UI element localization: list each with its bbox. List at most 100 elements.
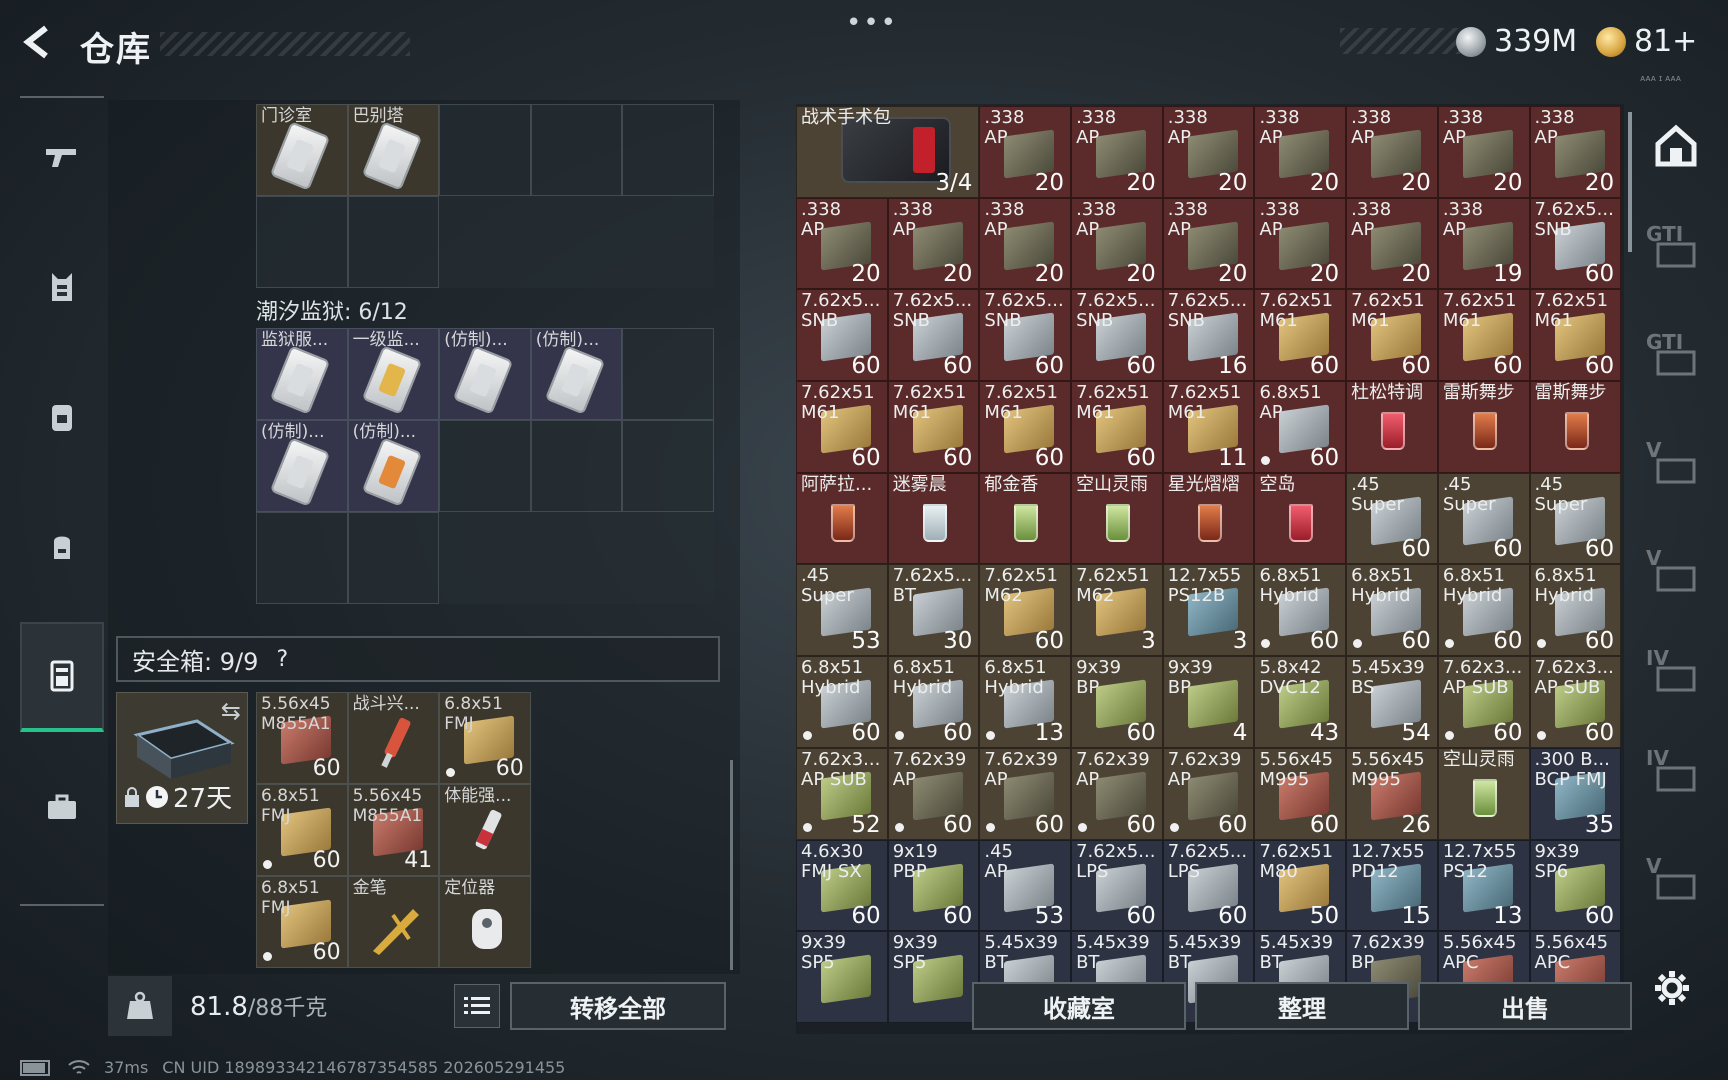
inventory-slot[interactable]: 4.6x30 FMJ SX 60	[796, 839, 888, 932]
inventory-slot[interactable]: 5.8x42 DVC12 43	[1254, 656, 1347, 748]
inventory-slot[interactable]: 战术手术包 3/4	[796, 106, 980, 198]
inventory-slot[interactable]: 5.56x45 M995 26	[1346, 747, 1438, 840]
empty-slot[interactable]	[622, 328, 714, 420]
inventory-slot[interactable]: 空山灵雨	[1437, 747, 1530, 840]
keycard-slot[interactable]: (仿制)...	[439, 328, 531, 420]
inventory-slot[interactable]: 7.62x5... SNB 16	[1162, 289, 1255, 382]
inventory-slot[interactable]: 6.8x51 Hybrid 60	[887, 656, 980, 748]
keycard-slot[interactable]: (仿制)...	[347, 420, 440, 512]
tab-iv-1[interactable]: IV	[1640, 636, 1712, 716]
inventory-slot[interactable]: 7.62x3... AP SUB 60	[1529, 656, 1622, 748]
sidebar-item-container[interactable]	[20, 622, 104, 732]
empty-slot[interactable]	[256, 196, 348, 288]
inventory-slot[interactable]: 雷斯舞步	[1437, 381, 1530, 473]
inventory-slot[interactable]: 12.7x55 PS12B 3	[1162, 564, 1255, 657]
inventory-slot[interactable]: .338 AP 20	[1529, 106, 1622, 198]
inventory-slot[interactable]: .338 AP 20	[1346, 197, 1438, 290]
safe-box-slot[interactable]: 5.56x45 M855A1 41	[347, 784, 440, 876]
inventory-slot[interactable]: .338 AP 20	[887, 197, 980, 290]
inventory-slot[interactable]: 6.8x51 Hybrid 60	[1346, 564, 1438, 657]
vault-button[interactable]: 收藏室	[972, 982, 1186, 1030]
keycard-slot[interactable]: (仿制)...	[256, 420, 348, 512]
inventory-slot[interactable]: 7.62x51 M61 60	[887, 381, 980, 473]
tab-v-2[interactable]: V	[1640, 536, 1712, 616]
inventory-slot[interactable]: 9x39 SP6 60	[1529, 839, 1622, 932]
settings-button[interactable]	[1650, 966, 1694, 1010]
keycard-slot[interactable]: 巴别塔	[347, 104, 440, 196]
empty-slot[interactable]	[256, 512, 348, 604]
keycard-slot[interactable]: 门诊室	[256, 104, 348, 196]
inventory-slot[interactable]: 7.62x5... LPS 60	[1071, 839, 1163, 932]
inventory-slot[interactable]: 6.8x51 Hybrid 60	[796, 656, 888, 748]
tab-warehouse[interactable]	[1640, 106, 1712, 186]
tab-gti-1[interactable]: GTI	[1640, 212, 1712, 292]
inventory-slot[interactable]: .45 AP 53	[979, 839, 1072, 932]
inventory-slot[interactable]: 7.62x51 M61 60	[1346, 289, 1438, 382]
list-view-button[interactable]	[454, 984, 500, 1028]
inventory-slot[interactable]: 7.62x5... LPS 60	[1162, 839, 1255, 932]
inventory-slot[interactable]: .338 AP 20	[1071, 197, 1163, 290]
inventory-slot[interactable]: .338 AP 20	[1254, 106, 1347, 198]
inventory-slot[interactable]: 9x39 BP 4	[1162, 656, 1255, 748]
sidebar-item-backpack[interactable]	[20, 362, 104, 472]
inventory-slot[interactable]: .338 AP 20	[1162, 197, 1255, 290]
inventory-slot[interactable]: .338 AP 19	[1437, 197, 1530, 290]
inventory-slot[interactable]: 7.62x51 M62 60	[979, 564, 1072, 657]
inventory-slot[interactable]: 9x39 BP 60	[1071, 656, 1163, 748]
tab-v-1[interactable]: V	[1640, 428, 1712, 508]
inventory-slot[interactable]: 杜松特调	[1346, 381, 1438, 473]
inventory-slot[interactable]: 5.56x45 M995 60	[1254, 747, 1347, 840]
safe-box-slot[interactable]: 6.8x51 FMJ 60	[256, 876, 348, 968]
sidebar-item-briefcase[interactable]	[20, 752, 104, 862]
sidebar-item-weapons[interactable]	[20, 102, 104, 212]
left-scrollbar[interactable]	[730, 760, 733, 970]
menu-dots-button[interactable]: •••	[846, 8, 898, 38]
safe-box-slot[interactable]: 体能强...	[439, 784, 531, 876]
safe-box-slot[interactable]: 定位器	[439, 876, 531, 968]
inventory-slot[interactable]: .45 Super 60	[1346, 472, 1438, 565]
inventory-slot[interactable]: 7.62x51 M80 50	[1254, 839, 1347, 932]
empty-slot[interactable]	[439, 104, 531, 196]
inventory-slot[interactable]: .338 AP 20	[1254, 197, 1347, 290]
empty-slot[interactable]	[622, 420, 714, 512]
inventory-slot[interactable]: 7.62x39 AP 60	[1071, 747, 1163, 840]
inventory-slot[interactable]: .338 AP 20	[1437, 106, 1530, 198]
transfer-all-button[interactable]: 转移全部	[510, 982, 726, 1030]
inventory-slot[interactable]: 7.62x51 M61 60	[1437, 289, 1530, 382]
safe-box-slot[interactable]: 6.8x51 FMJ 60	[256, 784, 348, 876]
inventory-slot[interactable]: 7.62x51 M62 3	[1071, 564, 1163, 657]
inventory-slot[interactable]: .300 B... BCP FMJ 35	[1529, 747, 1622, 840]
inventory-slot[interactable]: .45 Super 60	[1529, 472, 1622, 565]
inventory-slot[interactable]: .338 AP 20	[1346, 106, 1438, 198]
inventory-slot[interactable]: .45 Super 60	[1437, 472, 1530, 565]
inventory-slot[interactable]: 6.8x51 Hybrid 60	[1529, 564, 1622, 657]
safe-box-case[interactable]: ⇆ 27天	[116, 692, 248, 824]
help-icon[interactable]: ?	[268, 645, 296, 673]
inventory-slot[interactable]: 6.8x51 Hybrid 60	[1437, 564, 1530, 657]
inventory-slot[interactable]: 7.62x5... SNB 60	[796, 289, 888, 382]
empty-slot[interactable]	[347, 512, 440, 604]
empty-slot[interactable]	[439, 420, 531, 512]
inventory-slot[interactable]: .338 AP 20	[979, 106, 1072, 198]
inventory-slot[interactable]: 6.8x51 Hybrid 13	[979, 656, 1072, 748]
inventory-slot[interactable]: 6.8x51 AP 60	[1254, 381, 1347, 473]
safe-box-slot[interactable]: 金笔	[347, 876, 440, 968]
inventory-slot[interactable]: 7.62x5... BT 30	[887, 564, 980, 657]
inventory-slot[interactable]: 12.7x55 PS12 13	[1437, 839, 1530, 932]
inventory-slot[interactable]: 7.62x39 AP 60	[1162, 747, 1255, 840]
inventory-slot[interactable]: 7.62x5... SNB 60	[887, 289, 980, 382]
inventory-slot[interactable]: 7.62x51 M61 60	[796, 381, 888, 473]
sell-button[interactable]: 出售	[1418, 982, 1632, 1030]
inventory-slot[interactable]: 9x19 PBP 60	[887, 839, 980, 932]
tab-gti-2[interactable]: GTI	[1640, 320, 1712, 400]
currency-premium[interactable]: 81+	[1596, 24, 1697, 59]
tab-iv-2[interactable]: IV	[1640, 736, 1712, 816]
inventory-slot[interactable]: 7.62x51 M61 60	[979, 381, 1072, 473]
inventory-slot[interactable]: 7.62x5... SNB 60	[1071, 289, 1163, 382]
inventory-slot[interactable]: .338 AP 20	[979, 197, 1072, 290]
inventory-slot[interactable]: 阿萨拉...	[796, 472, 888, 565]
inventory-slot[interactable]: 郁金香	[979, 472, 1072, 565]
sidebar-item-pouch[interactable]	[20, 492, 104, 602]
inventory-slot[interactable]: .338 AP 20	[796, 197, 888, 290]
inventory-slot[interactable]: 7.62x39 AP 60	[979, 747, 1072, 840]
